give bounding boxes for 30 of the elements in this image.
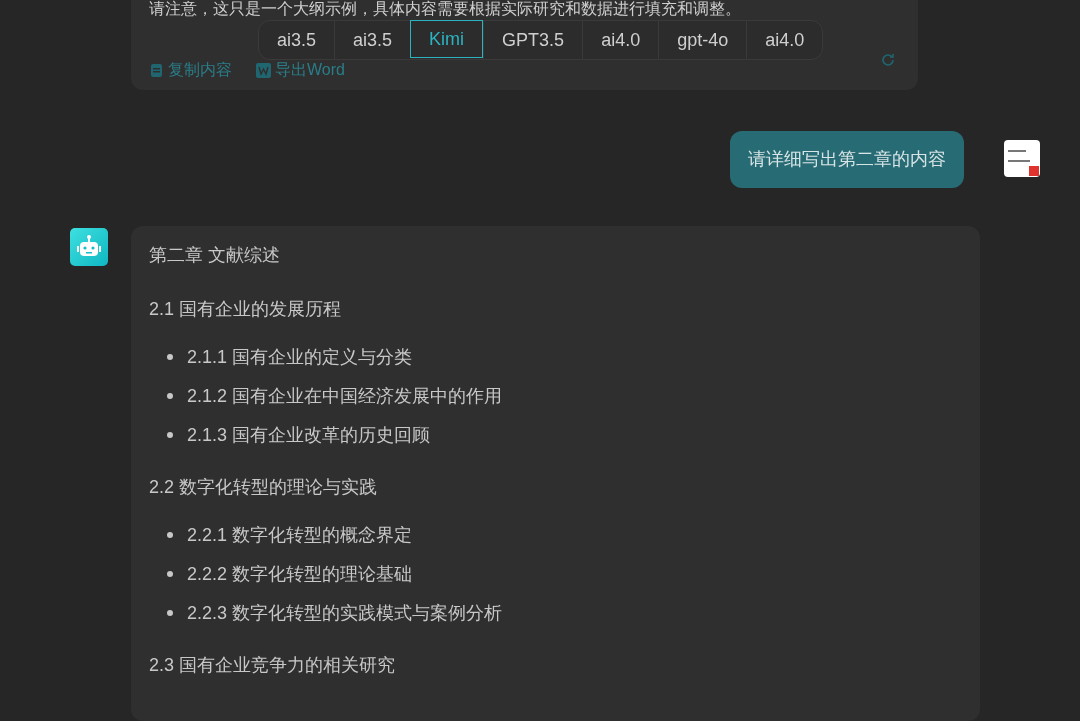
bullet-icon	[167, 610, 173, 616]
model-tab[interactable]: gpt-4o	[658, 21, 747, 59]
paragraph: 2.1 国有企业的发展历程	[149, 298, 343, 321]
paragraph: 2.3 国有企业竞争力的相关研究	[149, 654, 397, 677]
list-item: 2.2.2 数字化转型的理论基础	[187, 563, 413, 586]
model-tab[interactable]: Kimi	[410, 20, 484, 58]
bullet-icon	[167, 354, 173, 360]
refresh-icon[interactable]	[880, 52, 896, 68]
user-avatar-icon	[1004, 140, 1040, 177]
bullet-icon	[167, 393, 173, 399]
copy-icon	[149, 62, 164, 78]
paragraph: 2.2 数字化转型的理论与实践	[149, 476, 379, 499]
robot-icon	[70, 228, 108, 266]
list-item: 2.1.3 国有企业改革的历史回顾	[187, 424, 431, 447]
bullet-icon	[167, 532, 173, 538]
user-message: 请详细写出第二章的内容	[730, 131, 964, 188]
model-tab[interactable]: ai4.0	[582, 21, 659, 59]
list-item: 2.2.1 数字化转型的概念界定	[187, 524, 413, 547]
paragraph: 第二章 文献综述	[149, 244, 281, 267]
model-tab[interactable]: GPT3.5	[483, 21, 583, 59]
model-tab[interactable]: ai3.5	[334, 21, 411, 59]
model-tab[interactable]: ai4.0	[746, 21, 823, 59]
document-icon	[256, 62, 271, 78]
bullet-icon	[167, 432, 173, 438]
message-text: 请注意，这只是一个大纲示例，具体内容需要根据实际研究和数据进行填充和调整。	[148, 0, 742, 18]
list-item: 2.2.3 数字化转型的实践模式与案例分析	[187, 602, 503, 625]
bullet-icon	[167, 571, 173, 577]
list-item: 2.1.2 国有企业在中国经济发展中的作用	[187, 385, 503, 408]
list-item: 2.1.1 国有企业的定义与分类	[187, 346, 413, 369]
model-tab[interactable]: ai3.5	[259, 21, 335, 59]
